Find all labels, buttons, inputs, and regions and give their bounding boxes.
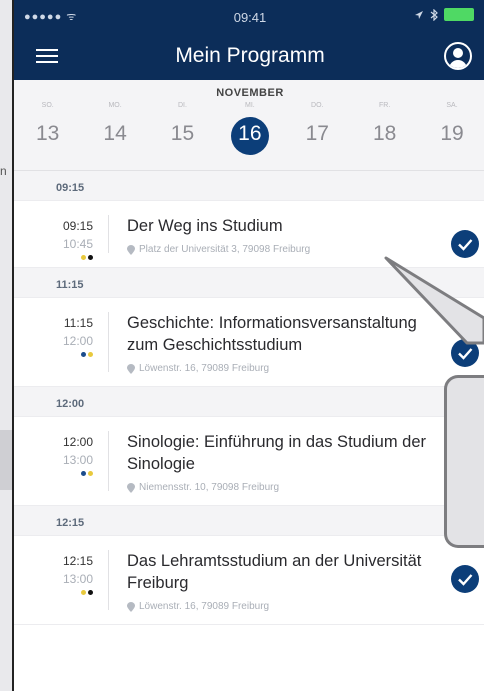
callout-bubble [444, 375, 484, 548]
callout-pointer [384, 256, 484, 345]
